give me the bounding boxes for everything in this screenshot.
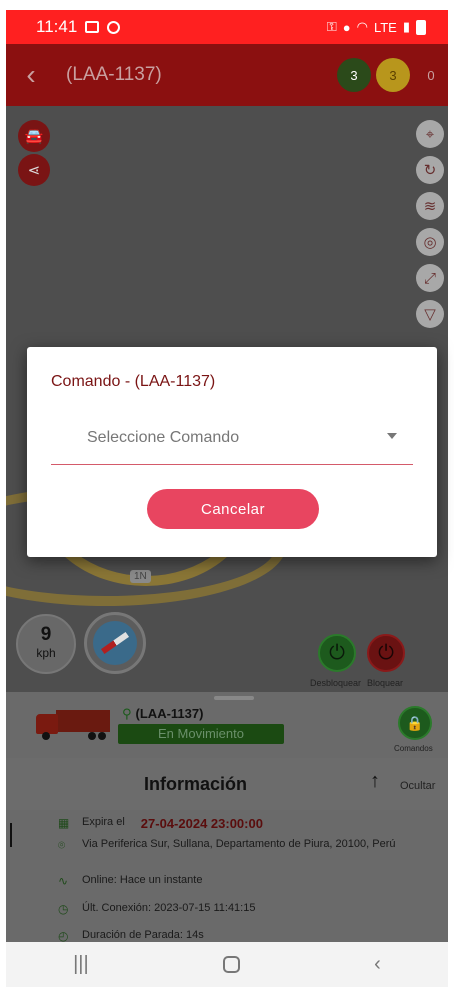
compass-needle-icon — [100, 631, 130, 655]
sync-icon — [107, 20, 121, 34]
arrow-up-icon[interactable]: ↑ — [370, 770, 380, 793]
target-icon: ◎ — [423, 234, 437, 251]
vehicle-button[interactable]: 🚘 — [18, 120, 50, 152]
unlock-label: Desbloquear — [310, 678, 362, 688]
expand-icon: ⤢ — [423, 269, 436, 287]
truck-trailer — [56, 710, 110, 732]
crosshair-icon: ⌖ — [425, 125, 435, 143]
cancel-button[interactable]: Cancelar — [147, 489, 319, 529]
drag-handle[interactable] — [214, 696, 254, 700]
truck-icon — [36, 710, 110, 740]
back-nav-icon[interactable]: ‹ — [374, 953, 381, 976]
expires-date: 27-04-2024 23:00:00 — [140, 816, 263, 831]
status-bar: 11:41 ⚿ ● ◠ LTE ▮ — [6, 10, 448, 44]
system-nav-bar: ||| ‹ — [6, 942, 448, 987]
dropdown-arrow-icon — [387, 433, 397, 439]
status-badge: En Movimiento — [118, 724, 284, 744]
wifi-icon: ◠ — [356, 19, 368, 34]
lock-icon: 🔒 — [406, 714, 424, 731]
dialog-title: Comando - (LAA-1137) — [51, 373, 216, 390]
clock: 11:41 — [36, 17, 78, 36]
lte-label: LTE — [373, 19, 397, 35]
truck-wheel — [88, 732, 96, 740]
recents-icon[interactable]: ||| — [73, 953, 89, 976]
filter-button[interactable]: ▽ — [416, 300, 444, 328]
unlock-button[interactable]: ⏻ — [318, 634, 356, 672]
online-text: Online: Hace un instante — [82, 874, 203, 886]
vehicle-plate: ⚲ (LAA-1137) — [122, 706, 203, 722]
scroll-indicator — [10, 823, 12, 847]
power-icon: ⏻ — [378, 641, 394, 664]
truck-wheel — [42, 732, 50, 740]
locate-button[interactable]: ⌖ — [416, 120, 444, 148]
stop-duration-text: Duración de Parada: 14s — [82, 929, 204, 941]
lock-label: Bloquear — [367, 678, 404, 688]
share-icon: ⋖ — [27, 162, 41, 179]
home-icon[interactable] — [222, 956, 240, 973]
last-connection-row: ◷ Últ. Conexión: 2023-07-15 11:41:15 — [58, 902, 255, 916]
speed-value: 9 — [40, 624, 52, 645]
command-select-value: Seleccione Comando — [87, 429, 240, 446]
back-button[interactable]: ‹ — [6, 44, 50, 106]
vehicle-info-panel: ⚲ (LAA-1137) En Movimiento 🔒 Comandos Inf… — [6, 692, 448, 943]
address-text: Via Periferica Sur, Sullana, Departament… — [82, 838, 396, 850]
timer-icon: ◴ — [58, 929, 69, 943]
refresh-icon: ↻ — [423, 162, 437, 179]
hide-button[interactable]: Ocultar — [400, 780, 435, 792]
count-badge-plain[interactable]: 0 — [419, 58, 443, 92]
geofence-button[interactable]: ◎ — [416, 228, 444, 256]
app-bar: ‹ (LAA-1137) 3 3 0 — [6, 44, 448, 106]
page-title: (LAA-1137) — [66, 64, 162, 85]
calendar-icon: ▦ — [58, 816, 70, 830]
commands-label: Comandos — [394, 744, 433, 753]
compass[interactable] — [84, 612, 146, 674]
info-title: Información — [144, 774, 248, 794]
key-icon: ⚿ — [326, 19, 337, 34]
fullscreen-button[interactable]: ⤢ — [416, 264, 444, 292]
location-icon: ● — [342, 19, 351, 35]
layers-icon: ≋ — [423, 198, 437, 215]
speedometer: 9 kph — [16, 614, 76, 674]
signal-icon: ▮ — [402, 19, 410, 34]
power-icon: ⏻ — [329, 641, 345, 664]
share-button[interactable]: ⋖ — [18, 154, 50, 186]
command-dialog: Comando - (LAA-1137) Seleccione Comando … — [27, 347, 437, 557]
filter-icon: ▽ — [424, 306, 436, 323]
layers-button[interactable]: ≋ — [416, 192, 444, 220]
online-row: ∿ Online: Hace un instante — [58, 874, 202, 888]
key-icon: ⚲ — [122, 706, 132, 721]
stop-duration-row: ◴ Duración de Parada: 14s — [58, 929, 204, 943]
chevron-left-icon: ‹ — [26, 59, 36, 90]
car-icon: 🚘 — [24, 128, 44, 145]
battery-icon — [416, 19, 426, 35]
command-select[interactable]: Seleccione Comando — [51, 419, 413, 465]
location-pin-icon: ⌾ — [58, 838, 66, 852]
last-connection-text: Últ. Conexión: 2023-07-15 11:41:15 — [82, 902, 256, 914]
route-label: 1N — [130, 570, 151, 583]
commands-button[interactable]: 🔒 — [398, 706, 432, 740]
vehicle-plate-text: (LAA-1137) — [135, 706, 204, 721]
truck-wheel — [98, 732, 106, 740]
gallery-icon — [85, 21, 100, 33]
speed-unit: kph — [36, 646, 56, 660]
count-badge-green[interactable]: 3 — [337, 58, 371, 92]
expires-row: ▦ Expira el 27-04-2024 23:00:00 — [58, 816, 263, 831]
clock-icon: ◷ — [58, 902, 69, 916]
count-badge-yellow[interactable]: 3 — [376, 58, 410, 92]
expires-label: Expira el — [82, 816, 125, 828]
address-row: ⌾ Via Periferica Sur, Sullana, Departame… — [58, 838, 398, 853]
lock-button[interactable]: ⏻ — [367, 634, 405, 672]
truck-cab — [36, 714, 58, 734]
refresh-button[interactable]: ↻ — [416, 156, 444, 184]
info-header: Información ↑ Ocultar — [6, 758, 448, 810]
route-icon: ∿ — [58, 874, 69, 888]
compass-dial — [93, 621, 137, 665]
